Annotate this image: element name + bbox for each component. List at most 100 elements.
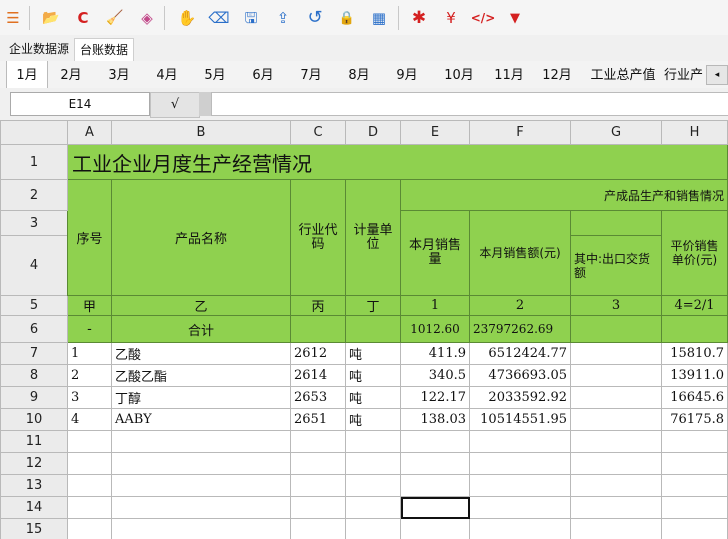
header-product-name[interactable]: 产品名称 — [111, 179, 291, 296]
cell-export[interactable] — [570, 342, 662, 365]
empty-cell[interactable] — [67, 452, 112, 475]
row-header[interactable]: 6 — [0, 315, 68, 343]
row-header[interactable]: 10 — [0, 408, 68, 431]
cell-unit[interactable]: 吨 — [345, 364, 401, 387]
header-avg-price[interactable]: 平价销售单价(元) — [661, 210, 728, 296]
column-header[interactable]: B — [111, 120, 291, 145]
empty-cell[interactable] — [570, 518, 662, 539]
refresh-icon[interactable]: C — [72, 7, 94, 29]
save-icon[interactable]: 🖫 — [240, 7, 262, 29]
sheet-tab-industrial-output[interactable]: 工业总产值 — [584, 61, 662, 88]
sheet-tab-industry[interactable]: 行业产 — [664, 61, 706, 88]
subheader-cell[interactable]: 4=2/1 — [661, 295, 728, 316]
empty-cell[interactable] — [661, 496, 728, 519]
cell-qty[interactable]: 138.03 — [400, 408, 470, 431]
sheet-tab-apr[interactable]: 4月 — [144, 61, 190, 88]
empty-cell[interactable] — [345, 496, 401, 519]
row-header[interactable]: 15 — [0, 518, 68, 539]
tab-ledger-data[interactable]: 台账数据 — [74, 38, 135, 62]
cell-price[interactable]: 13911.0 — [661, 364, 728, 387]
sheet-title[interactable]: 工业企业月度生产经营情况 — [67, 144, 728, 180]
row-header[interactable]: 1 — [0, 144, 68, 180]
row-header[interactable]: 4 — [0, 235, 68, 296]
calculator-icon[interactable]: ▦ — [368, 7, 390, 29]
empty-cell[interactable] — [400, 452, 470, 475]
empty-cell[interactable] — [661, 518, 728, 539]
empty-cell[interactable] — [111, 496, 291, 519]
sheet-tab-jul[interactable]: 7月 — [288, 61, 334, 88]
empty-cell[interactable] — [67, 430, 112, 453]
header-monthly-qty[interactable]: 本月销售量 — [400, 210, 470, 296]
export-icon[interactable]: ⇪ — [272, 7, 294, 29]
lock-icon[interactable]: 🔒 — [336, 7, 358, 29]
cell-qty[interactable]: 340.5 — [400, 364, 470, 387]
empty-cell[interactable] — [111, 518, 291, 539]
empty-cell[interactable] — [661, 430, 728, 453]
column-header[interactable]: D — [345, 120, 401, 145]
row-header[interactable]: 2 — [0, 179, 68, 211]
empty-cell[interactable] — [469, 496, 571, 519]
puzzle-icon[interactable]: ✱ — [408, 7, 430, 29]
code-icon[interactable]: </> — [471, 7, 496, 29]
cell-qty[interactable]: 122.17 — [400, 386, 470, 409]
column-header[interactable]: F — [469, 120, 571, 145]
header-export-amount[interactable]: 其中:出口交货额 — [570, 235, 662, 296]
empty-cell[interactable] — [67, 518, 112, 539]
subheader-cell[interactable]: 丙 — [290, 295, 346, 316]
empty-cell[interactable] — [290, 430, 346, 453]
column-header[interactable]: A — [67, 120, 112, 145]
empty-cell[interactable] — [570, 496, 662, 519]
sheet-tab-may[interactable]: 5月 — [192, 61, 238, 88]
empty-cell[interactable] — [290, 496, 346, 519]
formula-input[interactable] — [211, 92, 728, 116]
empty-cell[interactable] — [570, 452, 662, 475]
cell-unit[interactable]: 吨 — [345, 408, 401, 431]
cell-seq[interactable]: 4 — [67, 408, 112, 431]
empty-cell[interactable] — [290, 452, 346, 475]
cell-product-name[interactable]: 乙酸 — [111, 342, 291, 365]
empty-cell[interactable] — [400, 518, 470, 539]
empty-cell[interactable] — [345, 474, 401, 497]
header-seq[interactable]: 序号 — [67, 179, 112, 296]
total-amount[interactable]: 23797262.69 — [469, 315, 571, 343]
eraser-icon[interactable]: ⌫ — [208, 7, 230, 29]
row-header[interactable]: 9 — [0, 386, 68, 409]
cell-price[interactable]: 16645.6 — [661, 386, 728, 409]
cell-product-name[interactable]: AABY — [111, 408, 291, 431]
menu-icon[interactable]: ☰ — [2, 7, 24, 29]
empty-cell[interactable] — [570, 430, 662, 453]
open-folder-icon[interactable]: 📂 — [40, 7, 62, 29]
cell-industry-code[interactable]: 2612 — [290, 342, 346, 365]
cell-product-name[interactable]: 乙酸乙酯 — [111, 364, 291, 387]
hand-icon[interactable]: ✋ — [176, 7, 198, 29]
cell-amount[interactable]: 4736693.05 — [469, 364, 571, 387]
broom-icon[interactable]: 🧹 — [104, 7, 126, 29]
empty-cell[interactable] — [661, 474, 728, 497]
subheader-cell[interactable]: 乙 — [111, 295, 291, 316]
sheet-tab-jun[interactable]: 6月 — [240, 61, 286, 88]
header-unit[interactable]: 计量单位 — [345, 179, 401, 296]
cell-amount[interactable]: 10514551.95 — [469, 408, 571, 431]
cell-unit[interactable]: 吨 — [345, 386, 401, 409]
undo-icon[interactable]: ↺ — [304, 7, 326, 29]
empty-cell[interactable] — [345, 430, 401, 453]
empty-cell[interactable] — [111, 474, 291, 497]
row-header[interactable]: 3 — [0, 210, 68, 236]
tab-scroll-left-button[interactable]: ◂ — [706, 65, 728, 85]
empty-cell[interactable] — [345, 452, 401, 475]
subheader-cell[interactable]: 3 — [570, 295, 662, 316]
column-header[interactable]: G — [570, 120, 662, 145]
filter-icon[interactable]: ▼ — [504, 7, 526, 29]
layers-icon[interactable]: ◈ — [136, 7, 158, 29]
empty-cell[interactable] — [469, 518, 571, 539]
empty-cell[interactable] — [290, 518, 346, 539]
empty-cell[interactable] — [67, 496, 112, 519]
empty-cell[interactable] — [67, 474, 112, 497]
sheet-tab-jan[interactable]: 1月 — [6, 61, 48, 88]
sheet-tab-feb[interactable]: 2月 — [48, 61, 94, 88]
sheet-tab-oct[interactable]: 10月 — [434, 61, 484, 88]
empty-cell[interactable] — [400, 474, 470, 497]
empty-cell[interactable] — [345, 518, 401, 539]
total-unit[interactable] — [345, 315, 401, 343]
header-blank[interactable] — [570, 210, 662, 236]
